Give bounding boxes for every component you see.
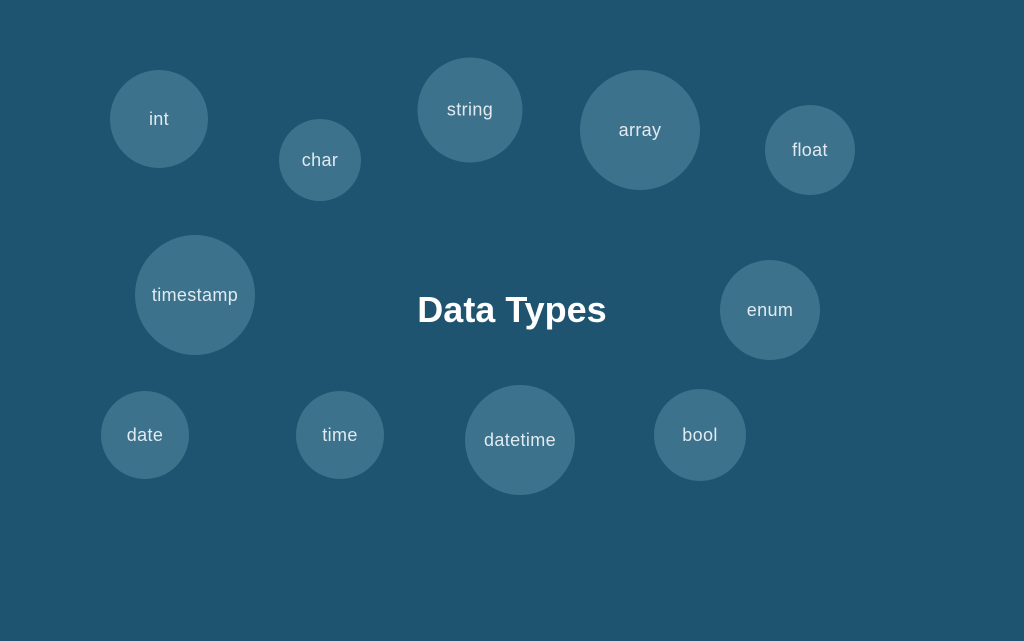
bubble-float[interactable]: float: [765, 105, 855, 195]
bubble-label-char: char: [302, 150, 338, 171]
bubble-label-bool: bool: [682, 425, 717, 446]
main-title: Data Types: [417, 289, 606, 331]
bubble-time[interactable]: time: [296, 391, 384, 479]
bubble-label-time: time: [322, 425, 357, 446]
bubble-label-date: date: [127, 425, 163, 446]
bubble-int[interactable]: int: [110, 70, 208, 168]
bubble-label-datetime: datetime: [484, 430, 556, 451]
bubble-label-array: array: [619, 120, 662, 141]
main-canvas: Data Types int char string array float timest…: [0, 0, 1024, 641]
bubble-label-timestamp: timestamp: [152, 285, 238, 306]
bubble-label-float: float: [792, 140, 828, 161]
bubble-string[interactable]: string: [418, 58, 523, 163]
bubble-enum[interactable]: enum: [720, 260, 820, 360]
bubble-timestamp[interactable]: timestamp: [135, 235, 255, 355]
bubble-date[interactable]: date: [101, 391, 189, 479]
bubble-datetime[interactable]: datetime: [465, 385, 575, 495]
bubble-array[interactable]: array: [580, 70, 700, 190]
bubble-label-string: string: [447, 100, 493, 121]
bubble-char[interactable]: char: [279, 119, 361, 201]
bubble-bool[interactable]: bool: [654, 389, 746, 481]
bubble-label-int: int: [149, 109, 169, 130]
bubble-label-enum: enum: [747, 300, 793, 321]
